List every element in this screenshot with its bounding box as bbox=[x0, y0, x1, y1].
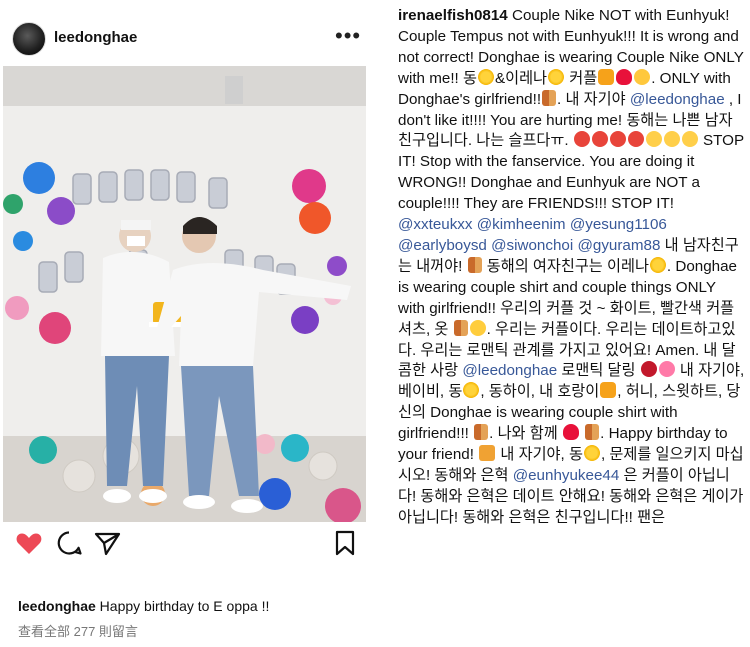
photo-illustration bbox=[3, 66, 366, 522]
tiger-icon bbox=[598, 68, 615, 85]
comment-text: . 내 자기야 bbox=[557, 90, 630, 108]
angry-face-icon bbox=[573, 131, 590, 148]
mention-link[interactable]: @yesung1106 bbox=[570, 216, 667, 233]
heart-eyes-icon bbox=[469, 319, 486, 336]
comment-text: 내 자기야, 동 bbox=[496, 446, 583, 464]
post-username[interactable]: leedonghae bbox=[54, 29, 137, 46]
post-photo[interactable] bbox=[3, 66, 366, 522]
crying-face-icon bbox=[645, 131, 662, 148]
couple-icon bbox=[585, 424, 600, 441]
share-icon[interactable] bbox=[92, 528, 122, 558]
crying-face-icon bbox=[681, 131, 698, 148]
comment-icon[interactable] bbox=[54, 528, 84, 558]
mention-link[interactable]: @siwonchoi bbox=[491, 237, 573, 254]
sun-icon bbox=[463, 382, 480, 399]
mention-link[interactable]: @kimheenim bbox=[477, 216, 566, 233]
comment-text: , 동하이, 내 호랑이 bbox=[480, 383, 600, 401]
couple-icon bbox=[453, 319, 468, 336]
party-popper-icon bbox=[479, 445, 496, 462]
comment-username[interactable]: irenaelfish0814 bbox=[398, 7, 508, 24]
crying-face-icon bbox=[663, 131, 680, 148]
sun-icon bbox=[548, 68, 565, 85]
tiger-icon bbox=[600, 382, 617, 399]
mention-link[interactable]: @earlyboysd bbox=[398, 237, 487, 254]
angry-face-icon bbox=[609, 131, 626, 148]
post-caption: leedonghae Happy birthday to E oppa !! bbox=[18, 598, 269, 614]
comment-text: &이레나 bbox=[494, 69, 548, 87]
couple-icon bbox=[474, 424, 489, 441]
comment-text: 로맨틱 달링 bbox=[557, 362, 640, 380]
smile-icon bbox=[634, 68, 651, 85]
heart-icon[interactable] bbox=[14, 528, 44, 558]
angry-face-icon bbox=[627, 131, 644, 148]
mention-link[interactable]: @eunhyukee44 bbox=[513, 467, 620, 484]
sun-icon bbox=[649, 256, 666, 273]
sparkling-heart-icon bbox=[658, 361, 675, 378]
bookmark-icon[interactable] bbox=[330, 528, 360, 558]
couple-icon bbox=[542, 89, 557, 106]
more-options-icon[interactable]: ••• bbox=[335, 25, 361, 47]
mention-link[interactable]: @leedonghae bbox=[462, 362, 557, 379]
sun-icon bbox=[477, 68, 494, 85]
mention-link[interactable]: @gyuram88 bbox=[577, 237, 660, 254]
heart-emoji-icon bbox=[562, 424, 579, 441]
heart-emoji-icon bbox=[616, 68, 633, 85]
couple-icon bbox=[467, 256, 482, 273]
rose-icon bbox=[640, 361, 657, 378]
comment-text: 커플 bbox=[565, 69, 598, 87]
comment-block: irenaelfish0814 Couple Nike NOT with Eun… bbox=[398, 6, 746, 612]
view-all-comments-link[interactable]: 查看全部 277 則留言 bbox=[18, 621, 138, 640]
post-header: leedonghae ••• bbox=[0, 14, 380, 62]
sun-icon bbox=[583, 445, 600, 462]
caption-username[interactable]: leedonghae bbox=[18, 598, 96, 614]
mention-link[interactable]: @leedonghae bbox=[630, 91, 725, 108]
caption-text: Happy birthday to E oppa !! bbox=[95, 598, 270, 614]
instagram-post: leedonghae ••• leedonghae Happy birthday… bbox=[0, 0, 380, 647]
avatar[interactable] bbox=[12, 22, 46, 56]
post-actions bbox=[0, 528, 380, 564]
mention-link[interactable]: @xxteukxx bbox=[398, 216, 473, 233]
comment-text: . 나와 함께 bbox=[489, 425, 562, 443]
comment-text: 동해의 여자친구는 이레나 bbox=[482, 257, 649, 275]
angry-face-icon bbox=[591, 131, 608, 148]
